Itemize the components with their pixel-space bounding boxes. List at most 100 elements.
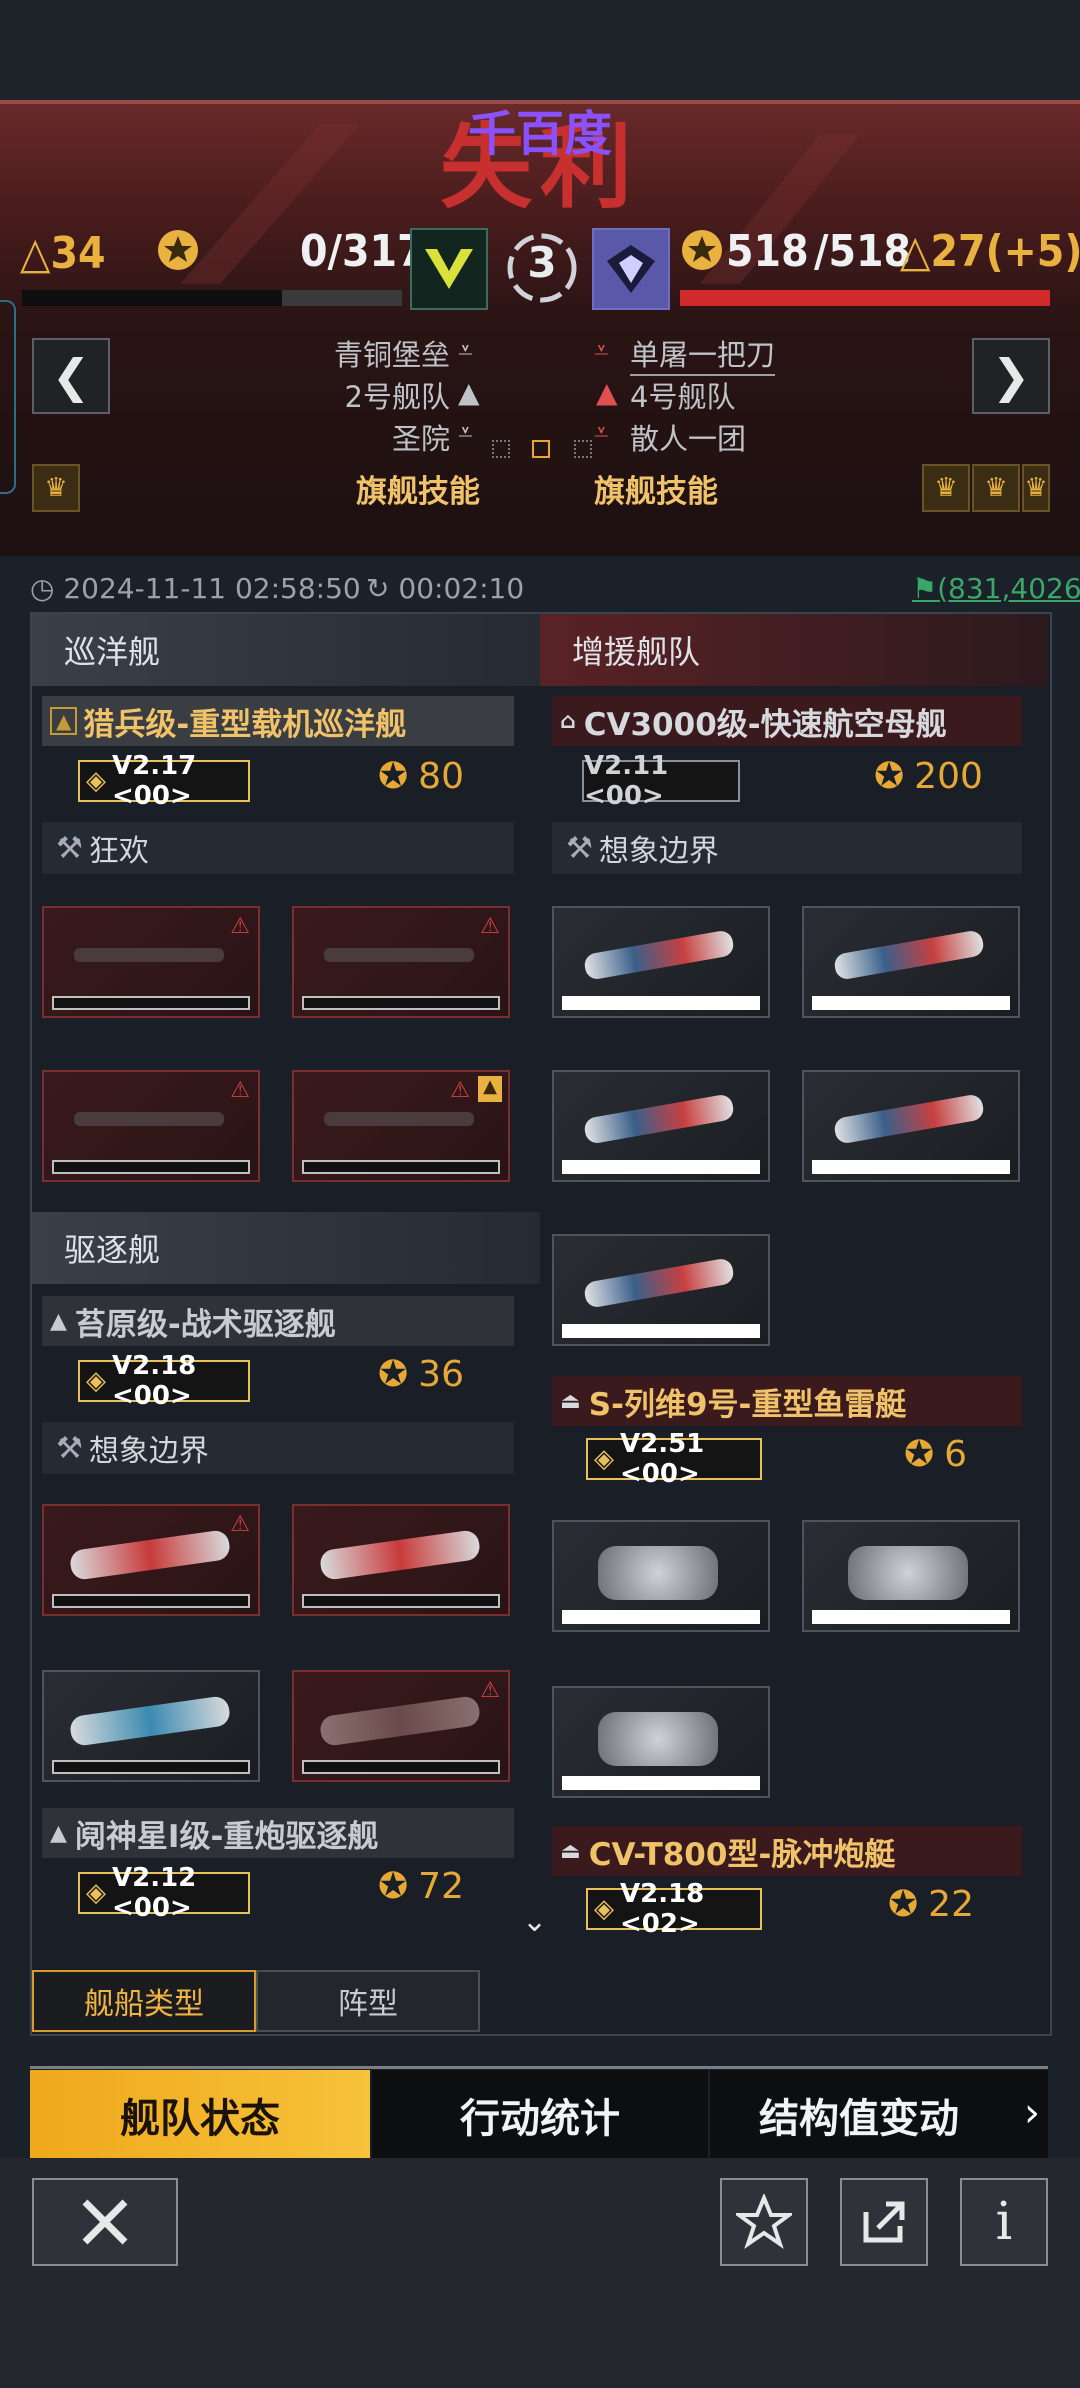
triangle-icon: △ — [20, 228, 51, 279]
ship-card[interactable] — [552, 1520, 770, 1632]
right-flagship-skill-label: 旗舰技能 — [594, 474, 718, 510]
ship-name[interactable]: ⏏ S-列维9号-重型鱼雷艇 — [552, 1376, 1022, 1426]
clock-icon: ◷ — [30, 572, 55, 605]
tab-formation[interactable]: 阵型 — [256, 1970, 480, 2032]
tab-ship-type[interactable]: 舰船类型 — [32, 1970, 256, 2032]
side-handle[interactable] — [0, 300, 16, 494]
cost-value: 36 — [418, 1354, 464, 1395]
cost-icon: ✪ — [378, 1866, 409, 1907]
ship-card[interactable] — [802, 906, 1020, 1018]
ship-image — [832, 929, 986, 981]
version-text: V2.51 <00> — [620, 1429, 705, 1489]
star-diamond-icon: ◈ — [86, 1878, 106, 1908]
ship-image — [68, 1529, 232, 1581]
ship-card[interactable]: ⚠ — [292, 1670, 510, 1782]
left-cost-badge-icon — [154, 226, 202, 278]
tabs-next-icon[interactable]: › — [1024, 2090, 1040, 2136]
left-flagship-skill-icon[interactable]: ♛ — [32, 464, 80, 512]
cost-value: 72 — [418, 1866, 464, 1907]
ship-name[interactable]: ▲ 阋神星I级-重炮驱逐舰 — [42, 1808, 514, 1858]
chevron-down-icon: ⩡ — [458, 336, 473, 366]
round-number: 3 — [527, 238, 557, 287]
right-flagship-skill-icon[interactable]: ♛ — [1022, 464, 1050, 512]
ship-card[interactable]: ⚠ — [292, 906, 510, 1018]
reinforcement-header: 增援舰队 — [540, 614, 1048, 686]
share-icon[interactable] — [840, 2178, 928, 2266]
ship-card[interactable]: ⚠ ▲ — [292, 1070, 510, 1182]
class-icon: ⏏ — [560, 1838, 581, 1864]
next-button[interactable]: ❯ — [972, 338, 1050, 414]
page-dot[interactable] — [574, 440, 592, 458]
cost-icon: ✪ — [904, 1434, 935, 1475]
ship-image — [582, 1257, 736, 1309]
right-commander-name[interactable]: 单屠一把刀 — [630, 332, 776, 376]
faction-icon: ⩡ — [594, 418, 609, 448]
tab-action-stats[interactable]: 行动统计 — [372, 2070, 708, 2160]
ship-card[interactable] — [552, 1686, 770, 1798]
hp-bar — [812, 996, 1010, 1010]
hp-bar — [812, 1610, 1010, 1624]
ship-card[interactable]: ⚠ — [42, 906, 260, 1018]
ship-card[interactable]: ⚠ — [42, 1070, 260, 1182]
ship-name-text: 苔原级-战术驱逐舰 — [74, 1306, 336, 1343]
ship-card[interactable] — [42, 1670, 260, 1782]
ship-card[interactable] — [552, 906, 770, 1018]
tab-fleet-status[interactable]: 舰队状态 — [30, 2070, 370, 2160]
faction-text: 狂欢 — [88, 834, 149, 869]
left-hp-track-end — [282, 290, 402, 306]
ship-card[interactable] — [802, 1520, 1020, 1632]
right-flagship-skill-icon[interactable]: ♛ — [972, 464, 1020, 512]
left-score: 0/317 — [300, 226, 425, 277]
ship-name[interactable]: ⌂ CV3000级-快速航空母舰 — [552, 696, 1022, 746]
ship-name[interactable]: ▲ 猎兵级-重型载机巡洋舰 — [42, 696, 514, 746]
hp-bar — [562, 996, 760, 1010]
ship-card[interactable] — [552, 1234, 770, 1346]
ship-image — [318, 1529, 482, 1581]
ship-card[interactable] — [552, 1070, 770, 1182]
page-dot-active[interactable] — [532, 440, 550, 458]
right-triangle-count: △27(+5) — [900, 226, 1080, 277]
scroll-down-icon[interactable]: ⌄ — [522, 1904, 547, 1939]
ship-card[interactable] — [802, 1070, 1020, 1182]
left-flagship-skill-label: 旗舰技能 — [356, 474, 480, 510]
star-diamond-icon: ◈ — [594, 1444, 614, 1474]
right-score-total: /518 — [814, 226, 912, 277]
version-text: V2.12 <00> — [112, 1863, 197, 1923]
page-dot[interactable] — [492, 440, 510, 458]
ship-name-text: S-列维9号-重型鱼雷艇 — [588, 1386, 907, 1423]
ship-name[interactable]: ⏏ CV-T800型-脉冲炮艇 — [552, 1826, 1022, 1876]
cost-icon: ✪ — [874, 756, 905, 797]
ship-image — [68, 1695, 232, 1747]
version-box: ◈ V2.17 <00> — [78, 751, 250, 811]
ship-image — [74, 948, 224, 962]
destroyed-icon: ⚠ — [230, 1078, 250, 1103]
ship-image — [832, 1093, 986, 1145]
right-rank-icon — [592, 228, 670, 310]
ship-card[interactable]: ⚠ — [42, 1504, 260, 1616]
left-triangle-count: △34 — [20, 228, 106, 279]
ship-image — [598, 1546, 718, 1600]
chevron-down-icon: ⩡ — [594, 336, 609, 366]
faction-text: 想象边界 — [598, 834, 719, 869]
star-icon[interactable] — [720, 2178, 808, 2266]
close-icon[interactable] — [32, 2178, 178, 2266]
triangle-icon: △ — [900, 226, 931, 277]
info-icon[interactable]: i — [960, 2178, 1048, 2266]
hp-bar — [302, 1760, 500, 1774]
destroyed-icon: ⚠ — [230, 1512, 250, 1537]
cost-value: 22 — [928, 1884, 974, 1925]
coords-link[interactable]: ⚑(831,4026) — [912, 572, 1080, 605]
right-flagship-skill-icon[interactable]: ♛ — [922, 464, 970, 512]
coords-value: (831,4026) — [937, 572, 1080, 605]
cost-value: 80 — [418, 756, 464, 797]
hp-bar — [52, 1594, 250, 1608]
destroyer-header: 驱逐舰 — [32, 1212, 540, 1284]
top-bar — [0, 0, 1080, 100]
hp-bar — [302, 1160, 500, 1174]
tab-structure-change[interactable]: 结构值变动 — [710, 2070, 1048, 2160]
ship-image — [324, 1112, 474, 1126]
ship-name[interactable]: ▲ 苔原级-战术驱逐舰 — [42, 1296, 514, 1346]
timer-icon: ↻ — [366, 572, 390, 605]
ship-card[interactable] — [292, 1504, 510, 1616]
prev-button[interactable]: ❮ — [32, 338, 110, 414]
